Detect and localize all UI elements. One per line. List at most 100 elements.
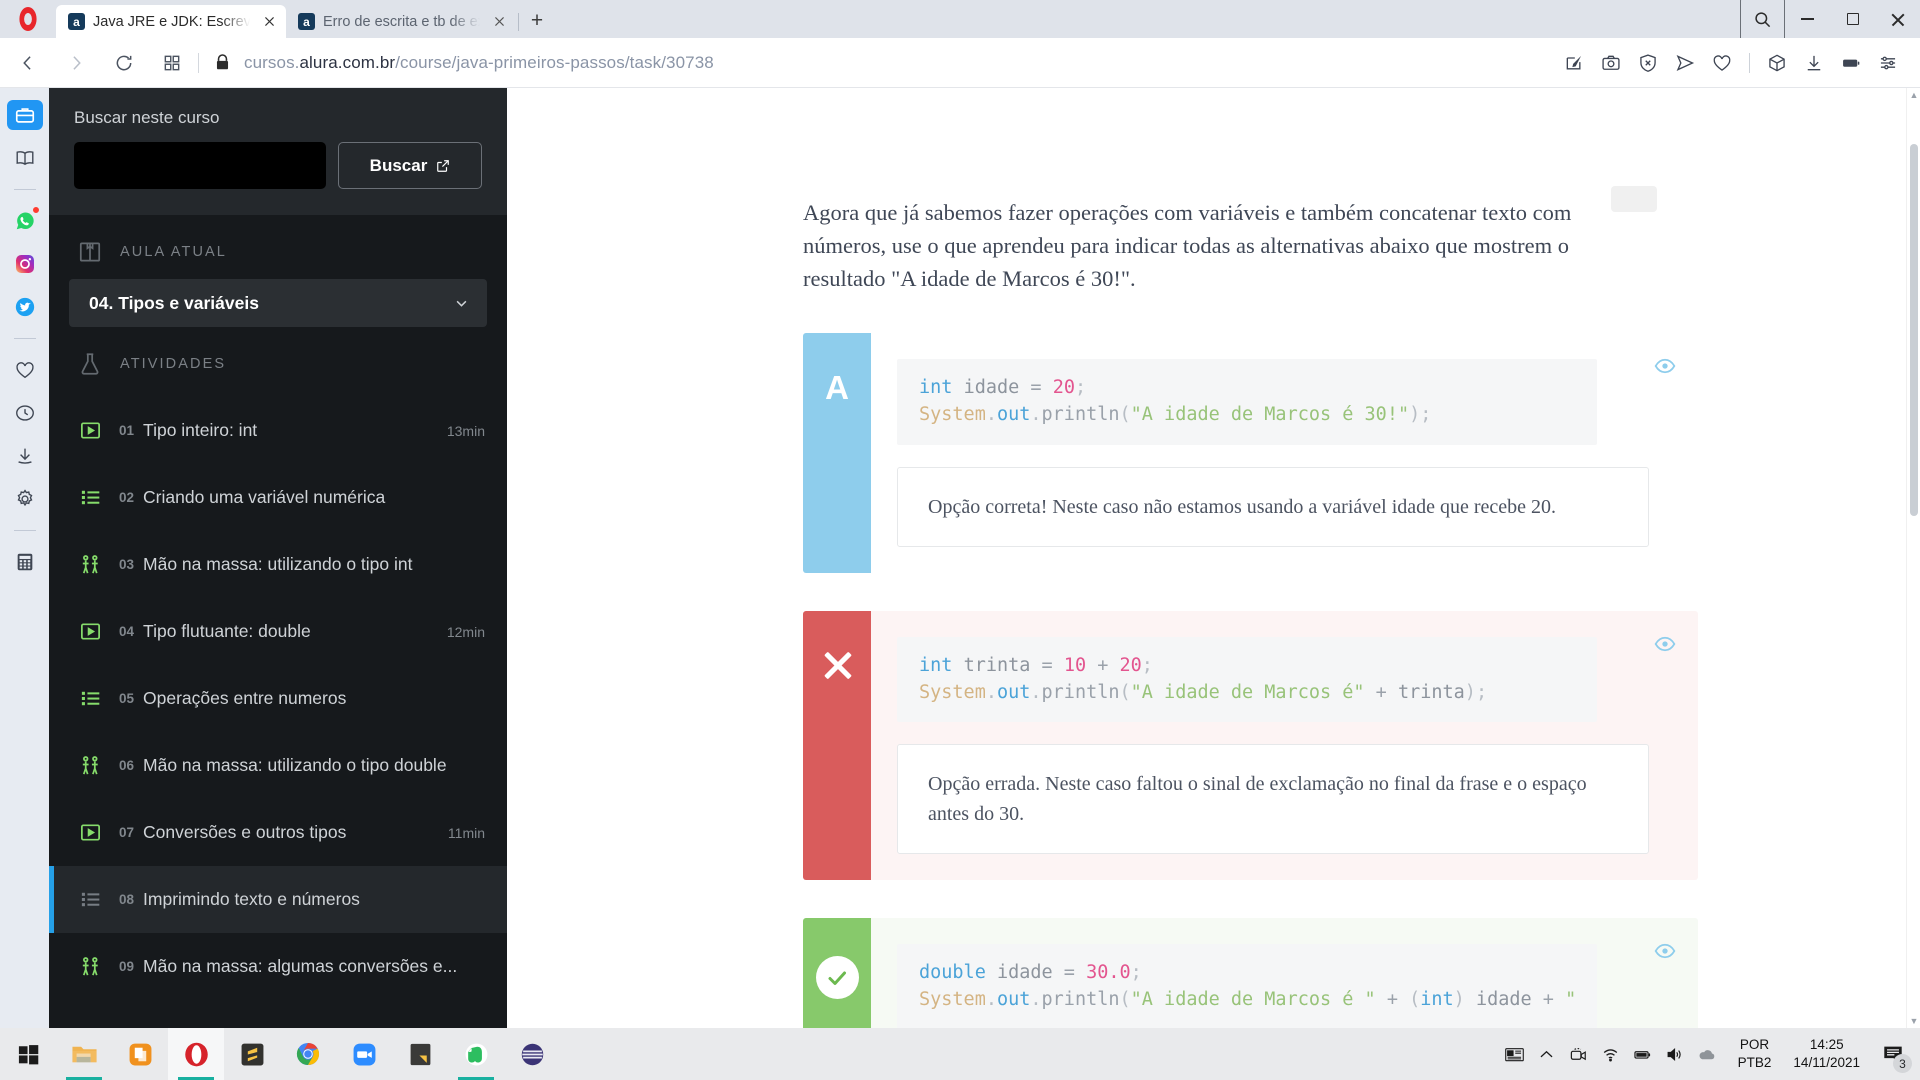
- activity-item-03[interactable]: 03 Mão na massa: utilizando o tipo int: [49, 531, 507, 598]
- search-submit-button[interactable]: Buscar: [338, 142, 482, 189]
- reading-list-icon[interactable]: [8, 143, 42, 173]
- scroll-down-arrow[interactable]: ▼: [1907, 1014, 1920, 1028]
- workspace-icon[interactable]: [6, 100, 43, 130]
- section-label: ATIVIDADES: [120, 356, 227, 372]
- list-exercise-icon: [77, 887, 103, 913]
- hands-on-icon: [77, 954, 103, 980]
- language-indicator[interactable]: POR PTB2: [1724, 1036, 1782, 1072]
- alura-favicon-icon: a: [298, 13, 315, 30]
- search-input[interactable]: [74, 142, 326, 189]
- volume-icon[interactable]: [1660, 1028, 1690, 1080]
- sublime-text[interactable]: [224, 1028, 280, 1080]
- activity-item-06[interactable]: 06 Mão na massa: utilizando o tipo doubl…: [49, 732, 507, 799]
- ad-blocker-shield-icon[interactable]: [1632, 47, 1664, 79]
- close-window-button[interactable]: [1875, 0, 1920, 38]
- start-button[interactable]: [0, 1028, 56, 1080]
- show-hidden-chevron-icon[interactable]: [1532, 1028, 1562, 1080]
- clock-date[interactable]: 14:25 14/11/2021: [1783, 1036, 1870, 1072]
- url-text[interactable]: cursos.alura.com.br/course/java-primeiro…: [244, 53, 714, 73]
- zoom-meetings[interactable]: [336, 1028, 392, 1080]
- padlock-secure-icon[interactable]: [213, 53, 232, 72]
- news-weather-icon[interactable]: [1500, 1028, 1530, 1080]
- cube-extensions-icon[interactable]: [1761, 47, 1793, 79]
- settings-gear-icon[interactable]: [8, 484, 42, 514]
- screen-recorder-icon[interactable]: [1564, 1028, 1594, 1080]
- send-flow-icon[interactable]: [1669, 47, 1701, 79]
- activity-duration: 13min: [446, 422, 485, 439]
- office-app[interactable]: [112, 1028, 168, 1080]
- reload-button[interactable]: [104, 43, 144, 83]
- address-bar: cursos.alura.com.br/course/java-primeiro…: [0, 38, 1920, 88]
- history-clock-icon[interactable]: [8, 398, 42, 428]
- camera-snapshot-icon[interactable]: [1595, 47, 1627, 79]
- new-tab-button[interactable]: +: [521, 6, 553, 36]
- code-dot: .: [1030, 681, 1042, 703]
- close-icon[interactable]: [488, 11, 510, 33]
- alternative-a[interactable]: A int idade = 20; System.out.println("A …: [803, 333, 1698, 573]
- eye-preview-icon[interactable]: [1654, 940, 1676, 962]
- browser-tab-1[interactable]: a Java JRE e JDK: Escreva o se: [56, 5, 286, 38]
- alternative-wrong[interactable]: int trinta = 10 + 20; System.out.println…: [803, 610, 1698, 881]
- browser-tab-2[interactable]: a Erro de escrita e tb de exibi: [286, 5, 516, 38]
- evernote[interactable]: [448, 1028, 504, 1080]
- downloads-icon[interactable]: [1798, 47, 1830, 79]
- activity-item-04[interactable]: 04 Tipo flutuante: double 12min: [49, 598, 507, 665]
- media-player[interactable]: [504, 1028, 560, 1080]
- search-row: Buscar: [74, 142, 482, 189]
- address-bar-icons: [1558, 47, 1920, 79]
- opera-browser[interactable]: [168, 1028, 224, 1080]
- back-button[interactable]: [8, 43, 48, 83]
- easy-setup-icon[interactable]: [1872, 47, 1904, 79]
- twitter-icon[interactable]: [8, 292, 42, 322]
- list-exercise-icon: [77, 485, 103, 511]
- downloads-arrow-icon[interactable]: [8, 441, 42, 471]
- current-lesson-dropdown[interactable]: 04. Tipos e variáveis: [69, 279, 487, 327]
- edit-page-icon[interactable]: [1558, 47, 1590, 79]
- battery-saver-icon[interactable]: [1835, 47, 1867, 79]
- activity-item-09[interactable]: 09 Mão na massa: algumas conversões e...: [49, 933, 507, 1000]
- search-label: Buscar neste curso: [74, 108, 220, 127]
- wifi-icon[interactable]: [1596, 1028, 1626, 1080]
- search-icon[interactable]: [1740, 0, 1785, 43]
- whatsapp-icon[interactable]: [8, 206, 42, 236]
- opera-sidebar-rail: [0, 88, 49, 1028]
- forward-button[interactable]: [56, 43, 96, 83]
- alternative-code-block: int idade = 20; System.out.println("A id…: [897, 359, 1597, 445]
- code-paren: ): [1464, 681, 1476, 703]
- scroll-up-arrow[interactable]: ▲: [1907, 88, 1920, 102]
- activity-item-02[interactable]: 02 Criando uma variável numérica: [49, 464, 507, 531]
- eye-preview-icon[interactable]: [1654, 355, 1676, 377]
- page-scrollbar-thumb[interactable]: [1910, 144, 1918, 516]
- check-circle-icon: [815, 956, 859, 1000]
- file-explorer[interactable]: [56, 1028, 112, 1080]
- notifications-button[interactable]: 3: [1872, 1028, 1914, 1080]
- page-scrollbar[interactable]: ▲ ▼: [1906, 88, 1920, 1028]
- activity-item-07[interactable]: 07 Conversões e outros tipos 11min: [49, 799, 507, 866]
- opera-browser-window: a Java JRE e JDK: Escreva o se a Erro de…: [0, 0, 1920, 1080]
- code-semicolon: ;: [1475, 681, 1488, 703]
- media-player-icon: [521, 1043, 543, 1065]
- tab-strip: a Java JRE e JDK: Escreva o se a Erro de…: [0, 0, 1920, 43]
- minimize-button[interactable]: [1785, 0, 1830, 38]
- calculator-icon[interactable]: [8, 547, 42, 577]
- close-icon[interactable]: [258, 11, 280, 33]
- alternative-body: double idade = 30.0; System.out.println(…: [871, 918, 1698, 1028]
- instagram-icon[interactable]: [8, 249, 42, 279]
- activity-item-08[interactable]: 08 Imprimindo texto e números: [49, 866, 507, 933]
- alternative-correct[interactable]: double idade = 30.0; System.out.println(…: [803, 918, 1698, 1028]
- onedrive-cloud-icon[interactable]: [1692, 1028, 1722, 1080]
- heart-icon[interactable]: [1706, 47, 1738, 79]
- activity-item-05[interactable]: 05 Operações entre numeros: [49, 665, 507, 732]
- code-string: "A idade de Marcos é 30!": [1130, 404, 1410, 425]
- google-chrome[interactable]: [280, 1028, 336, 1080]
- activity-title: Mão na massa: algumas conversões e...: [143, 956, 458, 976]
- code-class: System: [919, 681, 986, 703]
- battery-icon[interactable]: [1628, 1028, 1658, 1080]
- eye-preview-icon[interactable]: [1654, 633, 1676, 655]
- sticky-notes[interactable]: [392, 1028, 448, 1080]
- speed-dial-grid-icon[interactable]: [152, 43, 192, 83]
- rail-divider: [13, 530, 36, 531]
- maximize-button[interactable]: [1830, 0, 1875, 38]
- favorites-heart-icon[interactable]: [8, 355, 42, 385]
- activity-item-01[interactable]: 01 Tipo inteiro: int 13min: [49, 397, 507, 464]
